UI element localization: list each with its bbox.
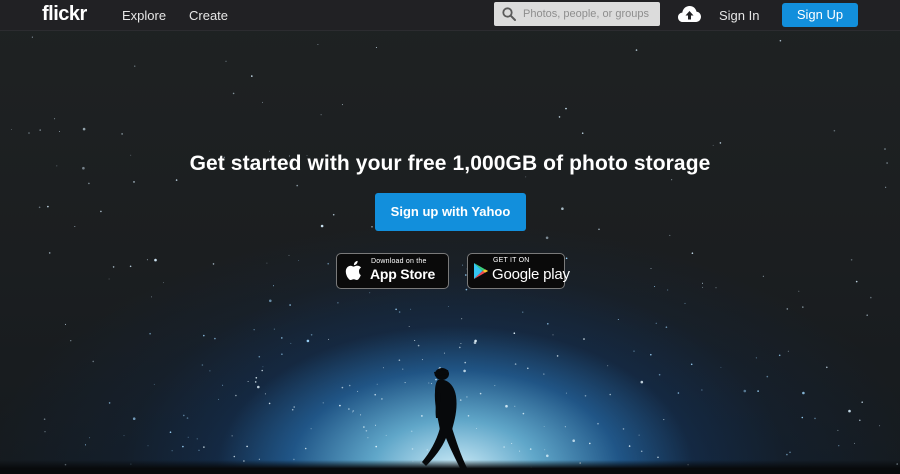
app-store-badge[interactable]: Download on the App Store — [336, 253, 449, 289]
google-play-title: Google play — [492, 266, 570, 283]
hero-headline: Get started with your free 1,000GB of ph… — [189, 152, 711, 175]
top-navigation-bar: flickr Explore Create Sign In Sign Up — [0, 0, 900, 31]
person-silhouette-image — [422, 368, 468, 472]
search-icon — [502, 7, 516, 21]
cloud-upload-icon[interactable] — [678, 5, 701, 23]
google-play-badge[interactable]: GET IT ON Google play — [467, 253, 570, 289]
app-store-title: App Store — [370, 266, 436, 282]
sign-up-button[interactable]: Sign Up — [782, 3, 858, 27]
app-store-caption: Download on the — [371, 258, 427, 265]
flickr-logo[interactable]: flickr — [42, 3, 87, 26]
nav-create[interactable]: Create — [189, 8, 228, 23]
google-play-icon — [474, 263, 489, 279]
hero-background — [0, 0, 900, 474]
sign-in-link[interactable]: Sign In — [719, 8, 759, 23]
apple-icon — [345, 260, 362, 281]
sign-up-with-yahoo-button[interactable]: Sign up with Yahoo — [375, 193, 526, 231]
ground-horizon — [0, 460, 900, 474]
search-box[interactable] — [494, 2, 660, 26]
google-play-caption: GET IT ON — [493, 257, 530, 264]
search-input[interactable] — [523, 5, 653, 23]
nav-explore[interactable]: Explore — [122, 8, 166, 23]
